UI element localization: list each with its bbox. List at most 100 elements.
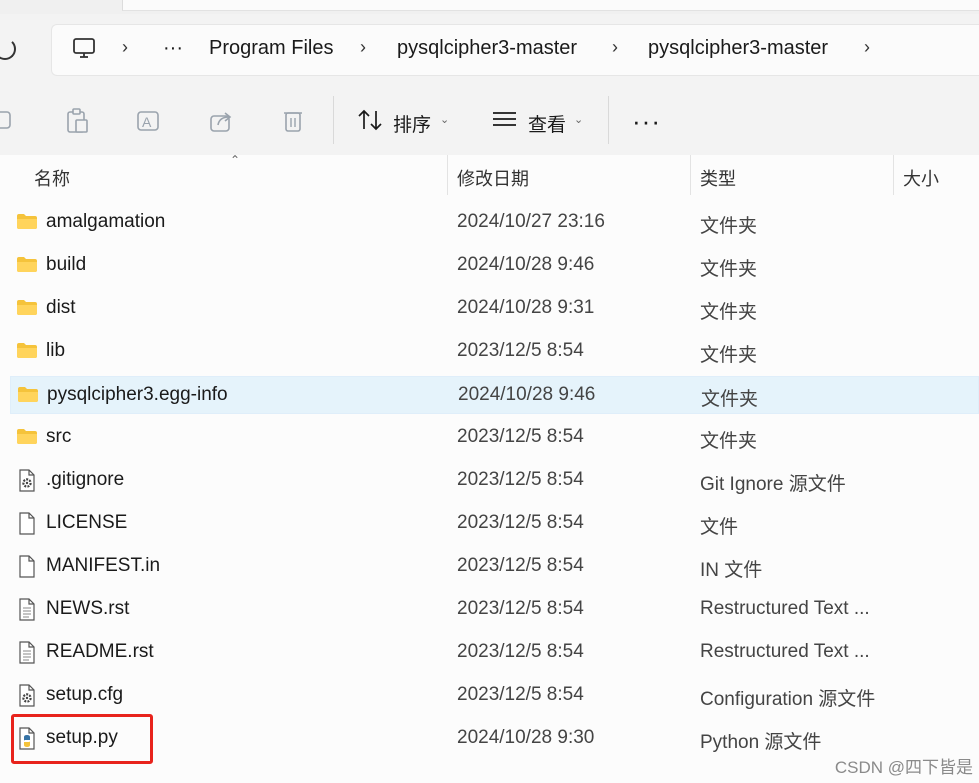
- share-icon[interactable]: [209, 108, 235, 134]
- refresh-icon[interactable]: [0, 38, 16, 60]
- file-date: 2023/12/5 8:54: [457, 512, 584, 533]
- file-row[interactable]: .gitignore 2023/12/5 8:54 Git Ignore 源文件: [10, 462, 979, 500]
- file-date: 2023/12/5 8:54: [457, 469, 584, 490]
- file-date: 2024/10/28 9:31: [457, 297, 595, 318]
- folder-icon: [17, 257, 37, 272]
- text-file-icon: [19, 641, 35, 664]
- file-row[interactable]: build 2024/10/28 9:46 文件夹: [10, 247, 979, 285]
- text-file-icon: [19, 598, 35, 621]
- blank-file-icon: [19, 555, 35, 578]
- file-name: lib: [46, 340, 66, 361]
- chevron-down-icon[interactable]: ⌄: [440, 113, 449, 126]
- file-row[interactable]: lib 2023/12/5 8:54 文件夹: [10, 333, 979, 371]
- file-name: MANIFEST.in: [46, 555, 161, 576]
- view-button[interactable]: 查看: [528, 110, 566, 137]
- file-name: NEWS.rst: [46, 598, 130, 619]
- file-date: 2023/12/5 8:54: [457, 641, 584, 662]
- paste-icon[interactable]: [65, 108, 89, 134]
- file-type: 文件夹: [700, 431, 758, 452]
- file-type: 文件夹: [700, 302, 758, 323]
- delete-icon[interactable]: [282, 108, 304, 134]
- sort-button[interactable]: 排序: [393, 110, 431, 137]
- breadcrumb-more[interactable]: ···: [163, 37, 183, 60]
- file-name: src: [46, 426, 72, 447]
- rename-icon[interactable]: A: [136, 108, 162, 134]
- gear-file-icon: [19, 684, 35, 707]
- column-header-type[interactable]: 类型: [700, 165, 736, 191]
- file-row[interactable]: amalgamation 2024/10/27 23:16 文件夹: [10, 204, 979, 242]
- file-type: Git Ignore 源文件: [700, 474, 846, 495]
- file-row[interactable]: MANIFEST.in 2023/12/5 8:54 IN 文件: [10, 548, 979, 586]
- file-row[interactable]: README.rst 2023/12/5 8:54 Restructured Tex…: [10, 634, 979, 672]
- sort-ascending-icon: ⌃: [230, 153, 241, 167]
- file-type: 文件: [700, 517, 739, 538]
- file-name: README.rst: [46, 641, 154, 662]
- file-row[interactable]: NEWS.rst 2023/12/5 8:54 Restructured Text …: [10, 591, 979, 629]
- file-type: Configuration 源文件: [700, 689, 876, 710]
- folder-icon: [18, 387, 38, 402]
- file-type: 文件夹: [700, 259, 758, 280]
- breadcrumb-program-files[interactable]: Program Files: [209, 37, 333, 60]
- file-date: 2023/12/5 8:54: [457, 426, 584, 447]
- file-name: pysqlcipher3.egg-info: [47, 384, 228, 405]
- toolbar-divider: [608, 96, 609, 144]
- file-date: 2023/12/5 8:54: [457, 340, 584, 361]
- column-divider[interactable]: [447, 155, 448, 195]
- view-icon[interactable]: [492, 108, 518, 130]
- file-row[interactable]: setup.cfg 2023/12/5 8:54 Configuration 源文件: [10, 677, 979, 715]
- breadcrumb-pysqlcipher3-master-2[interactable]: pysqlcipher3-master: [648, 37, 828, 60]
- sort-icon[interactable]: [357, 108, 383, 132]
- chevron-right-icon[interactable]: ›: [612, 37, 618, 58]
- folder-icon: [17, 214, 37, 229]
- chevron-right-icon[interactable]: ›: [360, 37, 366, 58]
- column-divider[interactable]: [690, 155, 691, 195]
- file-row[interactable]: setup.py 2024/10/28 9:30 Python 源文件: [10, 720, 979, 758]
- title-strip: [0, 0, 979, 14]
- gear-file-icon: [19, 469, 35, 492]
- file-row[interactable]: dist 2024/10/28 9:31 文件夹: [10, 290, 979, 328]
- window-tab[interactable]: [122, 0, 979, 11]
- file-name: build: [46, 254, 87, 275]
- highlight-box: [11, 714, 153, 764]
- column-header-name[interactable]: 名称: [34, 165, 70, 191]
- chevron-down-icon[interactable]: ⌄: [574, 113, 583, 126]
- watermark: CSDN @四下皆是: [834, 758, 973, 777]
- folder-icon: [17, 343, 37, 358]
- file-date: 2023/12/5 8:54: [457, 555, 584, 576]
- file-name: dist: [46, 297, 76, 318]
- folder-icon: [17, 300, 37, 315]
- toolbar-divider: [333, 96, 334, 144]
- file-type: Restructured Text ...: [700, 598, 870, 619]
- blank-file-icon: [19, 512, 35, 535]
- file-date: 2024/10/28 9:46: [457, 254, 595, 275]
- chevron-right-icon[interactable]: ›: [864, 37, 870, 58]
- file-date: 2023/12/5 8:54: [457, 684, 584, 705]
- file-type: 文件夹: [700, 345, 758, 366]
- column-header-size[interactable]: 大小: [903, 165, 939, 191]
- column-divider[interactable]: [893, 155, 894, 195]
- folder-icon: [17, 429, 37, 444]
- file-type: 文件夹: [701, 389, 759, 410]
- file-type: Python 源文件: [700, 732, 822, 753]
- this-pc-icon[interactable]: [72, 36, 96, 60]
- file-name: .gitignore: [46, 469, 125, 490]
- chevron-right-icon[interactable]: ›: [122, 37, 128, 58]
- file-date: 2024/10/28 9:30: [457, 727, 595, 748]
- file-row[interactable]: pysqlcipher3.egg-info 2024/10/28 9:46 文件夹: [10, 376, 979, 414]
- more-options-button[interactable]: ···: [632, 106, 661, 137]
- file-name: setup.cfg: [46, 684, 124, 705]
- svg-text:A: A: [142, 114, 152, 130]
- file-type: Restructured Text ...: [700, 641, 870, 662]
- file-date: 2023/12/5 8:54: [457, 598, 584, 619]
- file-type: IN 文件: [700, 560, 763, 581]
- file-name: LICENSE: [46, 512, 128, 533]
- file-date: 2024/10/28 9:46: [458, 384, 596, 405]
- column-header-date[interactable]: 修改日期: [457, 165, 529, 191]
- copy-icon[interactable]: [0, 108, 16, 132]
- file-name: amalgamation: [46, 211, 166, 232]
- file-row[interactable]: LICENSE 2023/12/5 8:54 文件: [10, 505, 979, 543]
- breadcrumb-pysqlcipher3-master-1[interactable]: pysqlcipher3-master: [397, 37, 577, 60]
- file-date: 2024/10/27 23:16: [457, 211, 605, 232]
- file-type: 文件夹: [700, 216, 758, 237]
- file-row[interactable]: src 2023/12/5 8:54 文件夹: [10, 419, 979, 457]
